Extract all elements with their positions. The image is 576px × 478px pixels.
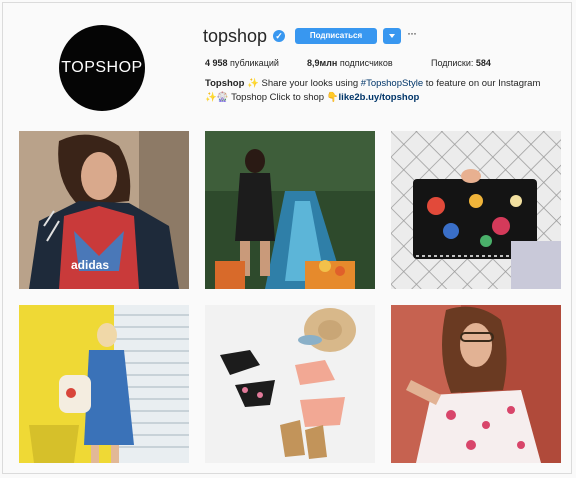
profile-page: TOPSHOP topshop ✓ Подписаться ··· 4 958 … [2, 2, 572, 474]
post-adidas-model-image: adidas [19, 131, 189, 289]
bio-name: Topshop [205, 78, 245, 89]
bio-text-1b: to feature on our Instagram [423, 78, 541, 89]
post-tile-2[interactable] [205, 131, 375, 289]
profile-username: topshop [203, 26, 268, 46]
post-tile-1[interactable]: adidas [19, 131, 189, 289]
following-label: Подписки: [431, 58, 474, 68]
post-tile-5[interactable] [205, 305, 375, 463]
stat-followers[interactable]: 8,9млн подписчиков [307, 58, 393, 68]
post-floral-offshoulder-image [391, 305, 561, 463]
bio-hashtag-link[interactable]: #TopshopStyle [361, 78, 423, 89]
bio-line-2: ✨🎡 Topshop Click to shop 👇like2b.uy/tops… [205, 91, 565, 105]
posts-count: 4 958 [205, 58, 228, 68]
svg-text:adidas: adidas [71, 258, 109, 272]
suggestions-dropdown-button[interactable] [383, 28, 401, 44]
post-tile-4[interactable] [19, 305, 189, 463]
profile-avatar[interactable]: TOPSHOP [59, 25, 145, 111]
post-tile-6[interactable] [391, 305, 561, 463]
followers-count: 8,9млн [307, 58, 338, 68]
post-yellow-wall-backpack-image [19, 305, 189, 463]
more-options-icon[interactable]: ··· [407, 27, 419, 40]
post-tile-3[interactable] [391, 131, 561, 289]
bio-text-1a: ✨ Share your looks using [244, 78, 361, 89]
bio-line-1: Topshop ✨ Share your looks using #Topsho… [205, 77, 565, 91]
verified-badge-icon: ✓ [273, 30, 285, 42]
stat-posts: 4 958 публикаций [205, 58, 279, 68]
post-fountain-garden-image [205, 131, 375, 289]
bio-text-2a: ✨🎡 Topshop Click to shop 👇 [205, 92, 339, 103]
followers-label: подписчиков [339, 58, 393, 68]
follow-button[interactable]: Подписаться [295, 28, 377, 44]
post-embroidered-clutch-image [391, 131, 561, 289]
following-count: 584 [475, 58, 491, 68]
posts-label: публикаций [230, 58, 279, 68]
avatar-logo-text: TOPSHOP [61, 59, 143, 76]
profile-bio: Topshop ✨ Share your looks using #Topsho… [205, 77, 565, 105]
post-swimwear-flatlay-image [205, 305, 375, 463]
bio-external-link[interactable]: like2b.uy/topshop [339, 92, 420, 103]
stat-following[interactable]: Подписки: 584 [431, 58, 491, 68]
